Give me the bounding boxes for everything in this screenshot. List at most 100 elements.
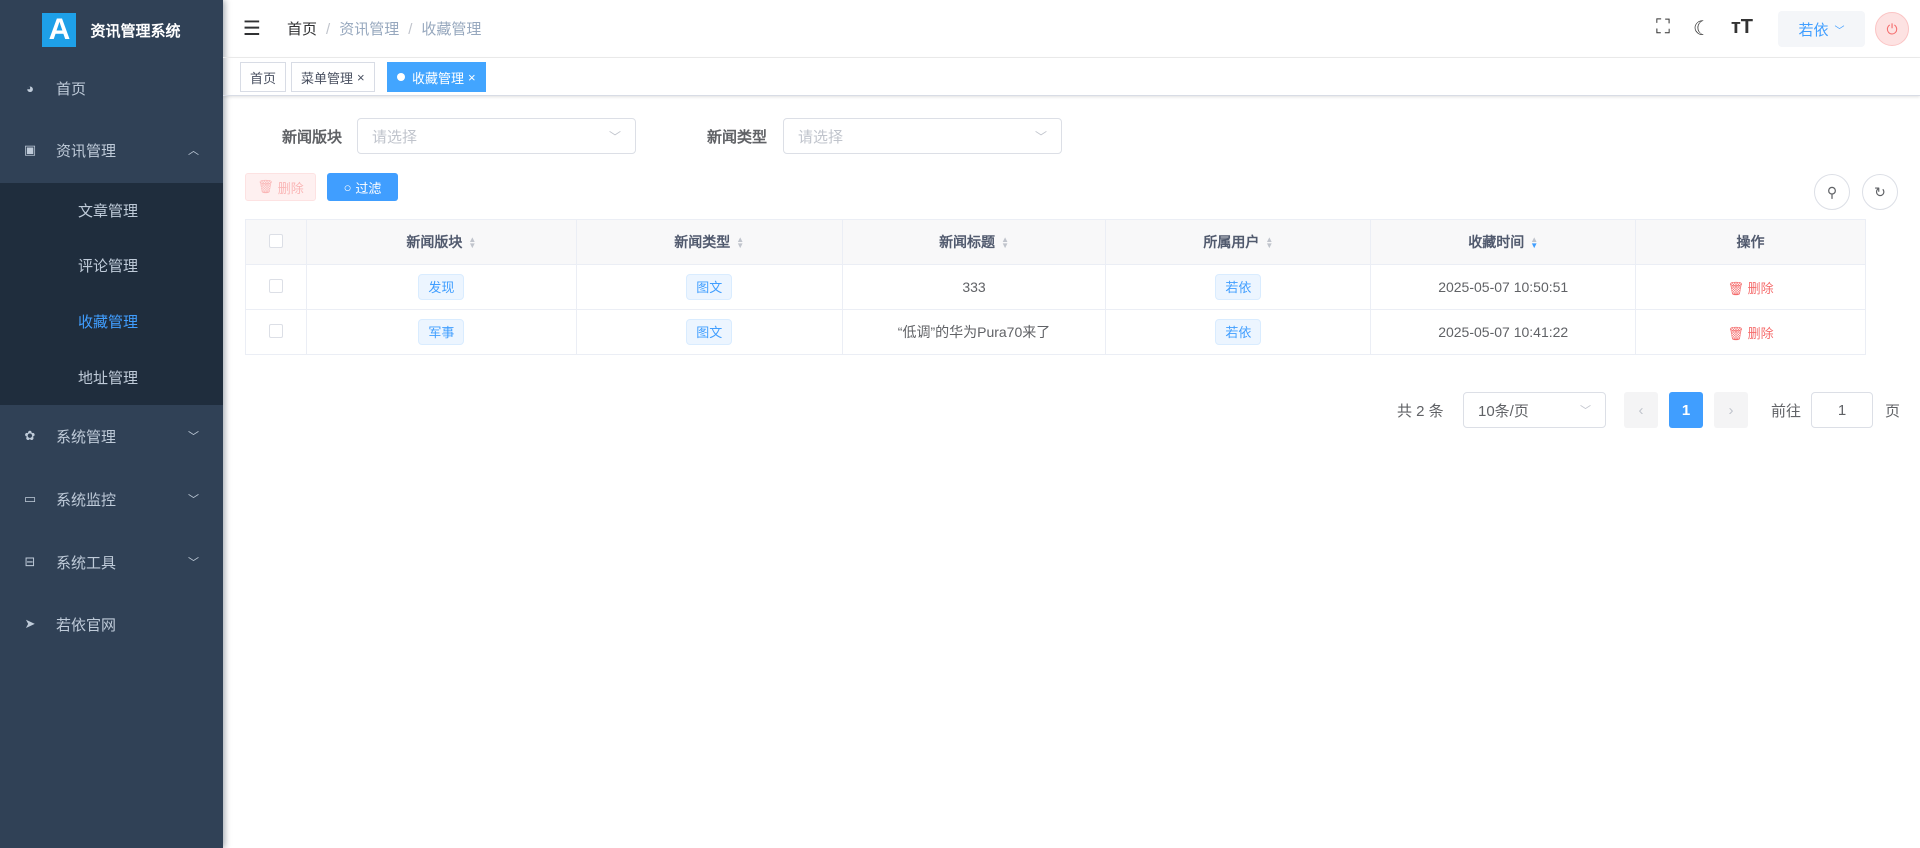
page-size-select[interactable]: 10条/页 ﹀ [1463,392,1606,428]
news-icon: ▣ [23,142,37,157]
fullscreen-icon[interactable]: ⛶ [1656,16,1670,39]
monitor-icon: ▭ [23,491,37,506]
sidebar-item-news[interactable]: ▣ 资讯管理 ︿ [0,119,223,181]
logo-icon: A [42,13,77,47]
sidebar-item-label: 系统工具 [56,554,117,572]
app-title: 资讯管理系统 [90,22,181,40]
select-all-checkbox[interactable] [268,233,283,248]
toggle-search-button[interactable]: ⚲ [1814,174,1850,210]
close-icon[interactable]: × [357,70,365,85]
sidebar-item-label: 系统管理 [56,428,117,446]
user-dropdown[interactable]: 若依 ﹀ [1778,11,1865,47]
sidebar: A 资讯管理系统 ◕ 首页 ▣ 资讯管理 ︿ 文章管理 评论管理 收藏管理 地址管理 … [0,0,223,848]
tag-label: 收藏管理 [412,70,465,86]
page-suffix: 页 [1885,402,1901,420]
trash-icon: 🗑 [257,179,274,194]
favorites-table: 新闻版块 ▲ ▼ 新闻类型 ▲ ▼ 新闻标题 ▲ ▼ 所属用户 ▲ ▼ 收藏时间 ▲ ▼ 操作 发现… [245,219,1866,355]
refresh-button[interactable]: ↻ [1862,174,1898,210]
column-header[interactable]: 收藏时间 ▲ ▼ [1370,219,1637,265]
breadcrumb-item: 收藏管理 [421,21,482,38]
title-cell: “低调”的华为Pura70来了 [842,309,1107,355]
column-header[interactable]: 新闻版块 ▲ ▼ [305,219,577,265]
sidebar-item-favorites[interactable]: 收藏管理 [0,294,223,349]
section-select[interactable]: 请选择 ﹀ [357,118,636,154]
sort-icon[interactable]: ▲ ▼ [468,236,476,250]
sidebar-item-label: 系统监控 [56,491,117,509]
dashboard-icon: ◕ [26,80,34,96]
goto-label: 前往 [1771,402,1802,420]
search-icon: ⚲ [1826,183,1838,200]
prev-page-button[interactable]: ‹ [1624,392,1658,428]
button-label: 过滤 [355,180,382,196]
time-cell: 2025-05-07 10:41:22 [1370,309,1637,355]
select-placeholder: 请选择 [372,128,418,146]
column-header[interactable]: 新闻类型 ▲ ▼ [575,219,843,265]
logout-button[interactable]: ⏻ [1875,12,1909,46]
sidebar-item-articles[interactable]: 文章管理 [0,183,223,238]
row-checkbox[interactable] [268,278,283,293]
page-1-button[interactable]: 1 [1669,392,1703,428]
type-tag: 图文 [686,319,733,345]
gear-icon: ✿ [24,428,36,443]
trash-icon: 🗑 [1727,325,1748,341]
sidebar-item-website[interactable]: ➤ 若依官网 [0,593,223,655]
pagination-total: 共 2 条 [1397,402,1444,420]
section-tag: 发现 [418,274,465,300]
tag-favorites[interactable]: 收藏管理 × [387,62,486,92]
column-header: 操作 [1635,219,1866,265]
column-header[interactable]: 所属用户 ▲ ▼ [1105,219,1372,265]
trash-icon: 🗑 [1727,280,1748,296]
sidebar-item-system[interactable]: ✿ 系统管理 ﹀ [0,405,223,467]
chevron-down-icon: ﹀ [188,494,199,506]
chevron-down-icon: ﹀ [188,557,199,569]
page-size-value: 10条/页 [1478,402,1529,420]
sort-icon[interactable]: ▲ ▼ [1265,236,1273,250]
select-placeholder: 请选择 [798,128,844,146]
close-icon[interactable]: × [468,70,476,85]
filter-button[interactable]: ○ 过滤 [327,173,398,201]
search-icon: ○ [343,179,352,195]
table-row: 发现 图文 333 若依 2025-05-07 10:50:51 🗑 删除 [245,264,1866,310]
sort-icon[interactable]: ▲ ▼ [736,236,744,250]
breadcrumb: 首页 / 资讯管理 / 收藏管理 [287,21,482,38]
row-checkbox[interactable] [268,323,283,338]
table-row: 军事 图文 “低调”的华为Pura70来了 若依 2025-05-07 10:4… [245,309,1866,355]
user-tag: 若依 [1215,319,1262,345]
chevron-down-icon: ﹀ [1580,405,1591,417]
title-cell: 333 [842,264,1107,310]
type-select[interactable]: 请选择 ﹀ [783,118,1062,154]
toolbox-icon: ⊟ [24,554,36,569]
sort-icon[interactable]: ▲ ▼ [1001,236,1009,250]
tag-menu[interactable]: 菜单管理 × [291,62,375,92]
column-header[interactable]: 新闻标题 ▲ ▼ [841,219,1107,265]
sidebar-item-label: 若依官网 [56,616,117,634]
row-delete-button[interactable]: 🗑 删除 [1727,281,1773,296]
next-page-button[interactable]: › [1714,392,1748,428]
moon-icon[interactable]: ☾ [1693,16,1711,41]
breadcrumb-item: 资讯管理 [339,21,400,38]
sidebar-item-home[interactable]: ◕ 首页 [0,57,223,119]
sidebar-item-tools[interactable]: ⊟ 系统工具 ﹀ [0,531,223,593]
tag-home[interactable]: 首页 [240,62,287,92]
sidebar-item-addresses[interactable]: 地址管理 [0,350,223,405]
user-name: 若依 [1798,21,1829,39]
sidebar-item-monitor[interactable]: ▭ 系统监控 ﹀ [0,468,223,530]
tag-label: 首页 [250,70,277,86]
type-tag: 图文 [686,274,733,300]
power-icon: ⏻ [1886,20,1898,37]
goto-page-input[interactable]: 1 [1811,392,1873,428]
filter-label-section: 新闻版块 [282,129,343,146]
sidebar-item-comments[interactable]: 评论管理 [0,238,223,293]
chevron-down-icon: ﹀ [1034,129,1047,144]
delete-button[interactable]: 🗑 删除 [245,173,316,201]
sort-icon[interactable]: ▲ ▼ [1530,236,1538,250]
breadcrumb-item[interactable]: 首页 [287,21,317,38]
hamburger-icon[interactable]: ☰ [243,16,261,41]
sidebar-item-label: 首页 [56,80,87,98]
row-delete-button[interactable]: 🗑 删除 [1727,326,1773,341]
chevron-down-icon: ﹀ [188,431,199,443]
font-size-icon[interactable]: тT [1731,16,1753,39]
table-header-row: 新闻版块 ▲ ▼ 新闻类型 ▲ ▼ 新闻标题 ▲ ▼ 所属用户 ▲ ▼ 收藏时间 ▲ ▼ 操作 [245,219,1866,265]
time-cell: 2025-05-07 10:50:51 [1370,264,1637,310]
button-label: 删除 [277,180,304,196]
